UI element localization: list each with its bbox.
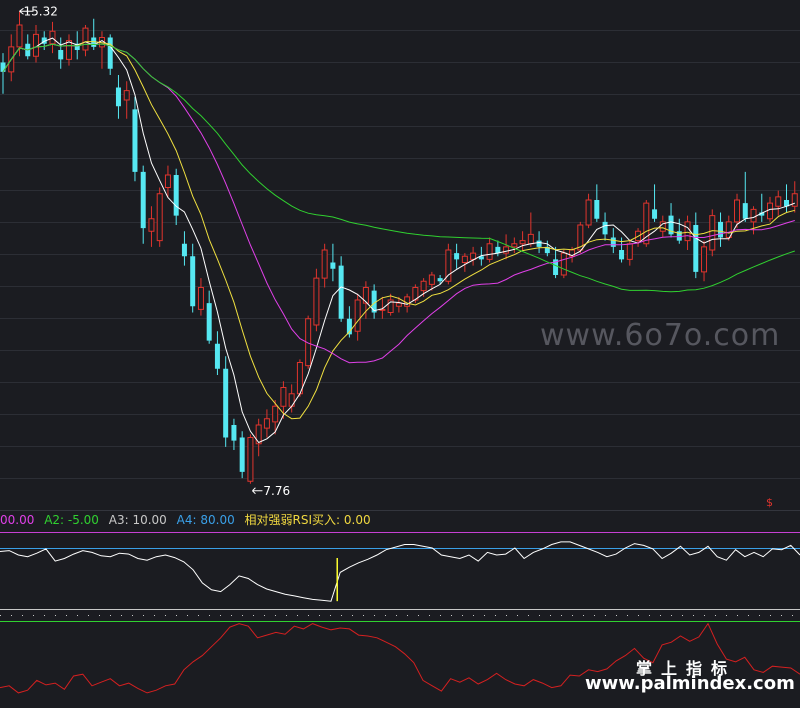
candle-body-up	[164, 174, 171, 188]
candle-body-up	[775, 196, 782, 207]
candle-body-down	[454, 253, 460, 260]
candle-body-up	[65, 40, 72, 60]
candle-body-down	[107, 37, 113, 69]
candle-body-down	[214, 343, 220, 369]
candle-body-up	[395, 302, 402, 307]
watermark-palmindex: www.palmindex.com	[585, 673, 795, 694]
candle-body-up	[420, 280, 427, 292]
candle-body-down	[718, 221, 724, 238]
corner-mark: $	[766, 496, 773, 509]
candle-body-up	[626, 243, 633, 260]
candle-body-down	[58, 50, 64, 60]
candle-body-up	[148, 218, 155, 232]
watermark-6o7o: www.6o7o.com	[540, 318, 781, 353]
candle-body-up	[354, 299, 361, 332]
legend-item-a4: A4: 80.00	[176, 513, 235, 527]
candle-body-down	[437, 278, 443, 282]
candle-body-up	[272, 405, 279, 423]
candle-body-up	[280, 387, 287, 407]
candle-body-down	[181, 243, 187, 257]
candle-body-down	[495, 246, 501, 254]
candle-body-up	[313, 277, 320, 326]
rsi-line	[0, 541, 800, 602]
candle-body-down	[206, 303, 212, 341]
candle-body-up	[263, 418, 270, 429]
chart-window: { "colors": { "background": "#1b1c21", "…	[0, 0, 800, 708]
legend-item-ma: 00.00	[0, 513, 35, 527]
candle-body-down	[610, 237, 616, 247]
candle-body-up	[527, 233, 534, 245]
candle-body-up	[791, 193, 798, 207]
candle-body-down	[223, 368, 229, 438]
candle-body-down	[173, 175, 179, 216]
candle-body-up	[321, 249, 328, 279]
candle-body-down	[140, 171, 146, 229]
ma-short-line	[2, 37, 795, 444]
candle-body-down	[132, 109, 138, 172]
candle-body-up	[684, 221, 691, 242]
candle-body-down	[0, 62, 6, 72]
ma-long-line	[2, 43, 795, 364]
candle-body-up	[486, 243, 493, 260]
candle-body-up	[49, 30, 56, 45]
low-arrow	[252, 487, 263, 495]
candle-body-down	[742, 203, 748, 219]
candle-body-down	[115, 87, 121, 107]
candle-body-up	[461, 255, 468, 263]
legend-item-a2: A2: -5.00	[44, 513, 99, 527]
candle-body-up	[734, 199, 741, 223]
low-price-label: 7.76	[263, 484, 290, 498]
candle-body-down	[231, 425, 237, 441]
candle-body-down	[536, 240, 542, 247]
indicator-legend: 00.00 A2: -5.00 A3: 10.00 A4: 80.00 相对强弱…	[0, 511, 377, 527]
candle-body-up	[82, 27, 89, 51]
candle-body-down	[602, 221, 608, 235]
ma-mid-line	[2, 41, 795, 420]
candle-layer	[0, 11, 798, 484]
candle-body-down	[190, 256, 196, 307]
moving-average-layer	[2, 37, 795, 444]
legend-item-rsi-buy: 相对强弱RSI买入: 0.00	[244, 513, 371, 527]
candle-body-up	[750, 208, 757, 223]
candle-body-up	[519, 240, 526, 245]
candle-body-up	[123, 90, 130, 101]
chart-canvas: 15.32 7.76	[0, 4, 800, 694]
candle-body-down	[338, 265, 344, 319]
candle-body-up	[428, 274, 435, 285]
candle-body-up	[560, 252, 567, 276]
legend-item-a3: A3: 10.00	[108, 513, 167, 527]
candle-body-up	[709, 215, 716, 251]
candle-body-down	[619, 250, 625, 260]
candle-body-up	[767, 202, 774, 220]
candle-body-down	[239, 437, 245, 472]
candle-body-up	[511, 243, 518, 248]
candle-body-up	[585, 199, 592, 226]
candle-body-up	[16, 24, 23, 48]
annotation-layer: 15.32 7.76	[19, 4, 290, 498]
candle-body-down	[330, 262, 336, 269]
candle-body-up	[247, 437, 254, 482]
candle-body-up	[156, 193, 163, 242]
candle-body-up	[197, 287, 204, 310]
candle-body-up	[701, 246, 708, 273]
candle-body-down	[693, 225, 699, 272]
candle-body-up	[470, 252, 477, 260]
candle-body-down	[594, 200, 600, 219]
candle-body-down	[652, 209, 658, 219]
